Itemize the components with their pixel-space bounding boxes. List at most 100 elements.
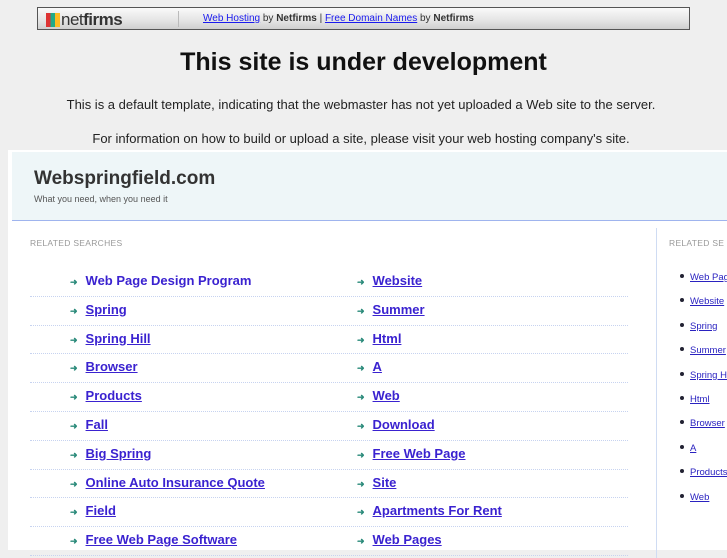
link-label: Spring	[85, 301, 127, 317]
link-label: Big Spring	[85, 445, 152, 461]
table-row: ➜ Big Spring ➜ Free Web Page	[30, 441, 628, 470]
table-row: ➜ Spring Hill ➜ Html	[30, 326, 628, 355]
brand-text: Netfirms	[433, 13, 474, 24]
related-search-link[interactable]: ➜ Web Page Design Program	[70, 273, 251, 288]
link-label: Html	[372, 330, 402, 346]
related-search-link[interactable]: ➜ A	[357, 359, 382, 374]
related-search-link[interactable]: ➜ Big Spring	[70, 446, 151, 461]
related-search-link[interactable]: ➜ Online Auto Insurance Quote	[70, 475, 265, 490]
sidebar-search-link[interactable]: Spring	[680, 321, 727, 345]
arrow-icon: ➜	[357, 536, 365, 547]
brand-text: Netfirms	[276, 13, 317, 24]
link-label: A	[690, 442, 697, 454]
link-label: Products	[690, 467, 727, 479]
bullet-icon	[680, 274, 684, 278]
link-label: Download	[372, 416, 435, 432]
related-search-link[interactable]: ➜ Apartments For Rent	[357, 503, 502, 518]
netfirms-logo-icon	[46, 13, 60, 27]
related-search-link[interactable]: ➜ Summer	[357, 302, 425, 317]
arrow-icon: ➜	[70, 334, 78, 345]
link-label: Spring Hill	[690, 369, 727, 381]
message-info: For information on how to build or uploa…	[92, 131, 630, 146]
link-label: Website	[372, 273, 423, 288]
site-tagline: What you need, when you need it	[34, 194, 168, 204]
link-label: Spring	[690, 320, 718, 332]
arrow-icon: ➜	[70, 507, 78, 518]
page-title: This site is under development	[180, 48, 547, 76]
arrow-icon: ➜	[357, 392, 365, 403]
link-label: Web Page Design Program	[690, 272, 727, 283]
free-domain-link[interactable]: Free Domain Names	[325, 13, 417, 24]
related-search-link[interactable]: ➜ Web	[357, 388, 400, 403]
message-template: This is a default template, indicating t…	[66, 97, 656, 112]
arrow-icon: ➜	[70, 363, 78, 374]
arrow-icon: ➜	[357, 449, 365, 460]
hosting-links: Web Hosting by Netfirms | Free Domain Na…	[203, 13, 474, 24]
sidebar-search-link[interactable]: Summer	[680, 345, 727, 369]
related-search-link[interactable]: ➜ Html	[357, 331, 401, 346]
related-search-link[interactable]: ➜ Website	[357, 273, 422, 288]
bullet-icon	[680, 420, 684, 425]
arrow-icon: ➜	[70, 305, 78, 316]
arrow-icon: ➜	[70, 420, 78, 431]
bullet-icon	[680, 444, 684, 449]
link-label: Free Web Page	[372, 445, 466, 461]
arrow-icon: ➜	[70, 277, 78, 287]
link-label: Web Page Design Program	[85, 273, 252, 288]
table-row: ➜ Browser ➜ A	[30, 354, 628, 384]
related-search-link[interactable]: ➜ Browser	[70, 359, 138, 374]
related-search-link[interactable]: ➜ Free Web Page	[357, 446, 466, 461]
related-search-link[interactable]: ➜ Spring Hill	[70, 331, 151, 346]
link-label: Web	[372, 388, 400, 404]
bullet-icon	[680, 298, 684, 303]
sidebar-search-link[interactable]: Html	[680, 394, 727, 418]
link-label: Apartments For Rent	[372, 503, 502, 519]
link-label: Website	[690, 296, 725, 308]
sidebar-search-link[interactable]: Web Page Design Program	[680, 272, 727, 296]
by-text: by	[420, 13, 431, 24]
related-searches-label: RELATED SEARCHES	[30, 238, 123, 248]
sidebar-search-link[interactable]: Browser	[680, 418, 727, 442]
link-label: Web	[690, 491, 710, 503]
table-row: ➜ Products ➜ Web	[30, 383, 628, 412]
link-label: A	[372, 359, 382, 375]
sidebar-search-link[interactable]: A	[680, 443, 727, 467]
related-search-link[interactable]: ➜ Download	[357, 417, 435, 432]
link-label: Summer	[690, 345, 726, 357]
link-label: Products	[85, 388, 142, 404]
link-label: Fall	[85, 416, 108, 432]
related-search-link[interactable]: ➜ Site	[357, 475, 396, 490]
table-row: ➜ Spring ➜ Summer	[30, 297, 628, 326]
sidebar-search-link[interactable]: Website	[680, 296, 727, 320]
arrow-icon: ➜	[357, 277, 365, 287]
related-search-link[interactable]: ➜ Spring	[70, 302, 127, 317]
sidebar-search-link[interactable]: Spring Hill	[680, 370, 727, 394]
arrow-icon: ➜	[357, 363, 365, 374]
netfirms-logo[interactable]: netfirms	[46, 10, 123, 30]
sidebar-search-link[interactable]: Web	[680, 492, 727, 516]
site-name[interactable]: Webspringfield.com	[34, 168, 215, 190]
table-row: ➜ Fall ➜ Download	[30, 412, 628, 441]
arrow-icon: ➜	[70, 392, 78, 403]
arrow-icon: ➜	[357, 478, 365, 489]
parked-page-panel: Webspringfield.com What you need, when y…	[8, 150, 727, 558]
bullet-icon	[680, 469, 684, 474]
related-search-link[interactable]: ➜ Fall	[70, 417, 108, 432]
table-row: ➜ Online Auto Insurance Quote ➜ Site	[30, 470, 628, 499]
sidebar-search-link[interactable]: Products	[680, 467, 727, 491]
table-row: ➜ Field ➜ Apartments For Rent	[30, 498, 628, 528]
table-row: ➜ Free Web Page Software ➜ Web Pages	[30, 527, 628, 556]
arrow-icon: ➜	[70, 478, 78, 489]
arrow-icon: ➜	[70, 449, 78, 460]
related-searches-label-right: RELATED SE	[669, 238, 725, 248]
site-banner: Webspringfield.com What you need, when y…	[12, 152, 727, 221]
column-divider	[656, 228, 657, 558]
bullet-icon	[680, 322, 684, 327]
link-label: Summer	[372, 301, 425, 317]
link-label: Online Auto Insurance Quote	[85, 474, 265, 490]
web-hosting-link[interactable]: Web Hosting	[203, 13, 260, 24]
link-label: Spring Hill	[85, 330, 151, 346]
related-search-link[interactable]: ➜ Field	[70, 503, 116, 518]
link-label: Site	[372, 474, 397, 490]
related-search-link[interactable]: ➜ Products	[70, 388, 142, 403]
